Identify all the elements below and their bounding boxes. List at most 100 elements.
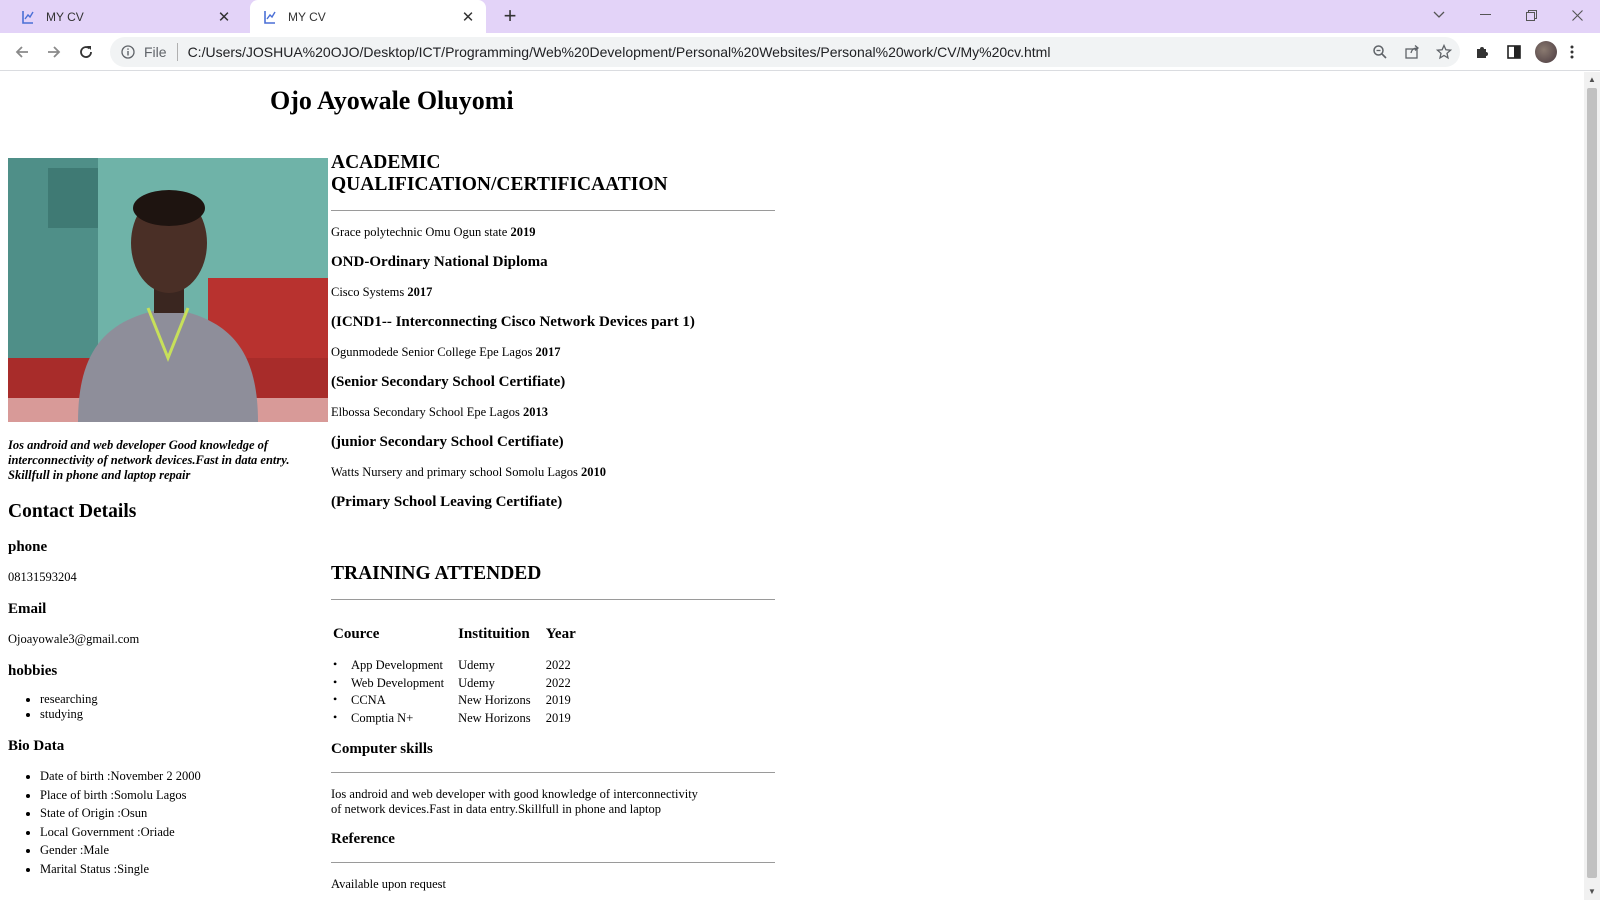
academic-entry: Elbossa Secondary School Epe Lagos 2013 [331, 405, 775, 420]
academic-entry: Cisco Systems 2017 [331, 285, 775, 300]
institution-cell: Udemy [458, 658, 495, 673]
column-header: Instituition [458, 626, 530, 642]
tab-search-chevron-icon[interactable] [1416, 0, 1462, 30]
phone-label: phone [8, 539, 48, 555]
year: 2017 [407, 285, 433, 299]
tab-inactive[interactable]: MY CV ✕ [8, 0, 242, 33]
list-item: Local Government :Oriade [40, 823, 328, 842]
column-header: Cource [333, 626, 380, 642]
list-item: Marital Status :Single [40, 860, 328, 879]
skills-text: Ios android and web developer with good … [331, 787, 698, 816]
menu-kebab-icon[interactable] [1562, 38, 1582, 66]
column-header: Year [545, 626, 576, 642]
skills-heading: Computer skills [331, 741, 433, 757]
year: 2013 [522, 405, 548, 419]
table-header-row: Cource Instituition Year [333, 626, 590, 657]
scrollbar-thumb[interactable] [1587, 88, 1597, 878]
institution: Ogunmodede Senior College Epe Lagos [331, 345, 533, 359]
hobbies-label: hobbies [8, 663, 58, 679]
list-item: studying [40, 707, 328, 722]
window-close-icon[interactable] [1554, 0, 1600, 30]
phone-value: 08131593204 [8, 570, 77, 584]
bookmark-star-icon[interactable] [1428, 38, 1460, 66]
year-cell: 2019 [545, 710, 571, 725]
address-divider [176, 43, 178, 61]
site-info-icon[interactable] [120, 44, 136, 60]
page-viewport: Ojo Ayowale Oluyomi Ios android and web … [0, 72, 1584, 900]
tab-title: MY CV [46, 9, 84, 24]
table-row: Comptia N+ New Horizons 2019 [333, 710, 590, 728]
profile-photo [8, 158, 328, 422]
year-cell: 2022 [545, 675, 571, 690]
year: 2019 [510, 225, 536, 239]
course-cell: Comptia N+ [333, 710, 456, 728]
minimize-icon[interactable] [1462, 0, 1508, 30]
tab-close-icon[interactable]: ✕ [458, 7, 478, 27]
scroll-up-arrow-icon[interactable]: ▲ [1588, 76, 1596, 84]
new-tab-plus-icon[interactable]: + [498, 5, 522, 29]
side-panel-icon[interactable] [1500, 38, 1528, 66]
institution: Grace polytechnic Omu Ogun state [331, 225, 508, 239]
back-arrow-icon[interactable] [8, 38, 36, 66]
profile-avatar[interactable] [1532, 38, 1560, 66]
zoom-icon[interactable] [1364, 38, 1396, 66]
reference-text: Available upon request [331, 877, 447, 891]
page-favicon-icon [262, 9, 278, 25]
divider [331, 772, 775, 773]
divider [331, 210, 775, 211]
year: 2010 [581, 465, 606, 479]
left-column: Ios android and web developer Good knowl… [8, 158, 328, 878]
extensions-puzzle-icon[interactable] [1468, 38, 1496, 66]
tab-close-icon[interactable]: ✕ [214, 7, 234, 27]
divider [331, 599, 775, 600]
bio-list: Date of birth :November 2 2000 Place of … [40, 767, 328, 878]
restore-icon[interactable] [1508, 0, 1554, 30]
browser-toolbar: File C:/Users/JOSHUA%20OJO/Desktop/ICT/P… [0, 33, 1600, 71]
year-cell: 2022 [545, 658, 571, 673]
list-item: Gender :Male [40, 841, 328, 860]
table-row: App Development Udemy 2022 [333, 657, 590, 675]
institution: Elbossa Secondary School Epe Lagos [331, 405, 520, 419]
reference-heading: Reference [331, 831, 395, 847]
institution: Cisco Systems [331, 285, 405, 299]
tab-title: MY CV [288, 9, 326, 24]
scroll-down-arrow-icon[interactable]: ▼ [1588, 888, 1596, 896]
url-text[interactable]: C:/Users/JOSHUA%20OJO/Desktop/ICT/Progra… [188, 44, 1364, 60]
year: 2017 [535, 345, 561, 359]
institution: Watts Nursery and primary school Somolu … [331, 465, 578, 479]
list-item: Place of birth :Somolu Lagos [40, 786, 328, 805]
share-icon[interactable] [1396, 38, 1428, 66]
tab-strip: MY CV ✕ MY CV ✕ + [0, 0, 1600, 33]
divider [331, 862, 775, 863]
institution-cell: New Horizons [458, 693, 531, 708]
certificate: (Senior Secondary School Certifiate) [331, 374, 566, 390]
list-item: researching [40, 692, 328, 707]
page-favicon-icon [20, 9, 36, 25]
academic-heading: ACADEMIC QUALIFICATION/CERTIFICAATION [331, 152, 668, 195]
contact-heading: Contact Details [8, 501, 137, 522]
certificate: (ICND1-- Interconnecting Cisco Network D… [331, 314, 695, 330]
training-table: Cource Instituition Year App Development… [331, 626, 592, 727]
address-bar[interactable]: File C:/Users/JOSHUA%20OJO/Desktop/ICT/P… [110, 37, 1460, 67]
tab-active[interactable]: MY CV ✕ [250, 0, 486, 33]
table-row: Web Development Udemy 2022 [333, 675, 590, 693]
certificate: (junior Secondary School Certifiate) [331, 434, 564, 450]
academic-entry: Ogunmodede Senior College Epe Lagos 2017 [331, 345, 775, 360]
bio-heading: Bio Data [8, 738, 65, 754]
email-value: Ojoayowale3@gmail.com [8, 632, 140, 646]
course-cell: CCNA [333, 692, 456, 710]
page-title: Ojo Ayowale Oluyomi [270, 86, 514, 115]
academic-entry: Grace polytechnic Omu Ogun state 2019 [331, 225, 775, 240]
vertical-scrollbar[interactable]: ▲ ▼ [1584, 72, 1600, 900]
reload-icon[interactable] [72, 38, 100, 66]
training-heading: TRAINING ATTENDED [331, 563, 542, 584]
academic-entry: Watts Nursery and primary school Somolu … [331, 465, 775, 480]
scheme-label: File [144, 44, 167, 60]
year-cell: 2019 [545, 693, 571, 708]
hobbies-list: researching studying [40, 692, 328, 722]
certificate: OND-Ordinary National Diploma [331, 254, 548, 270]
institution-cell: New Horizons [458, 710, 531, 725]
forward-arrow-icon[interactable] [40, 38, 68, 66]
right-column: ACADEMIC QUALIFICATION/CERTIFICAATION Gr… [331, 152, 775, 892]
course-cell: App Development [333, 657, 456, 675]
